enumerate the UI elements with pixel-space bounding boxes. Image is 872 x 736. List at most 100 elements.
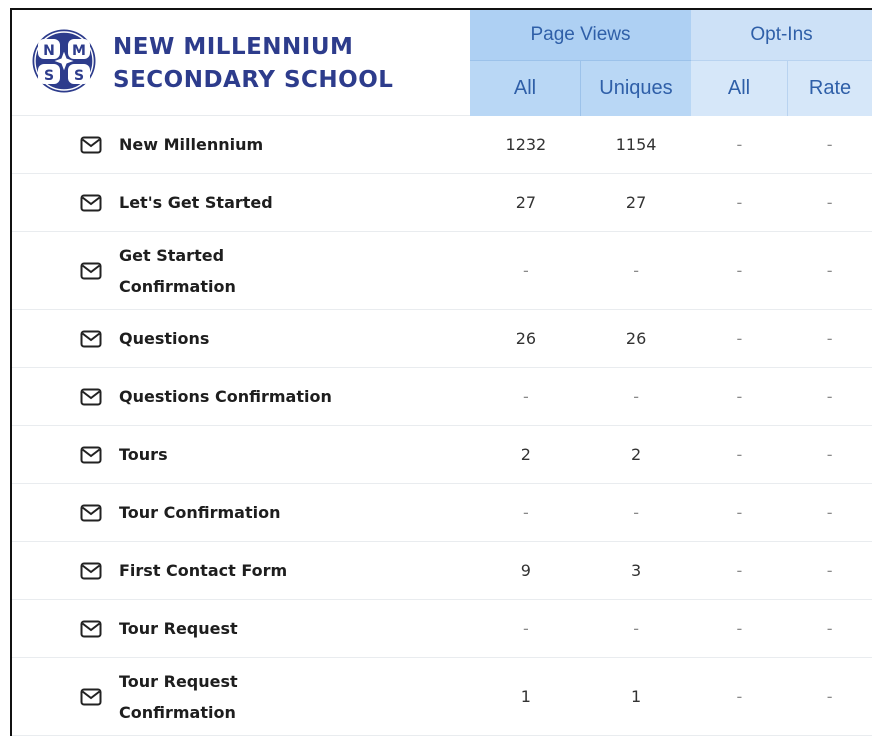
page-views-uniques-cell: - [633, 387, 639, 406]
row-name: Questions Confirmation [119, 387, 332, 406]
row-name: First Contact Form [119, 561, 288, 580]
opt-ins-rate-cell: - [826, 561, 833, 580]
page-views-all-header[interactable]: All [470, 60, 580, 116]
page-views-all-cell: - [522, 387, 529, 406]
school-brand: N M S S NEW MILLENNIUM SECONDARY SCHOOL [12, 10, 470, 116]
opt-ins-header[interactable]: Opt-Ins [691, 10, 872, 60]
table-body: New Millennium 1232 1154 - - Let's Get S… [12, 116, 872, 736]
table-row[interactable]: Tours 2 2 - - [12, 426, 872, 484]
row-name-cell: Let's Get Started [12, 187, 471, 218]
opt-ins-all-header[interactable]: All [691, 60, 787, 116]
column-headers: Page Views Opt-Ins All Uniques All Rate [470, 10, 872, 116]
table-row[interactable]: Questions Confirmation - - - - [12, 368, 872, 426]
table-row[interactable]: New Millennium 1232 1154 - - [12, 116, 872, 174]
opt-ins-rate-cell: - [826, 387, 833, 406]
page-views-all-cell: 27 [515, 193, 537, 212]
opt-ins-rate-header[interactable]: Rate [787, 60, 872, 116]
opt-ins-rate-cell: - [826, 687, 833, 706]
page-views-uniques-cell: 3 [631, 561, 642, 580]
table-row[interactable]: Tour Request - - - - [12, 600, 872, 658]
opt-ins-rate-cell: - [826, 445, 833, 464]
page-views-header[interactable]: Page Views [470, 10, 691, 60]
opt-ins-rate-cell: - [826, 193, 833, 212]
page-views-uniques-cell: 1154 [615, 135, 657, 154]
envelope-icon [80, 446, 102, 463]
opt-ins-rate-cell: - [826, 619, 833, 638]
page-views-uniques-cell: 26 [625, 329, 647, 348]
page-views-all-cell: 2 [520, 445, 531, 464]
column-group-row: Page Views Opt-Ins [470, 10, 872, 60]
table-row[interactable]: Tour Request Confirmation 1 1 - - [12, 658, 872, 736]
page-views-uniques-cell: 27 [625, 193, 647, 212]
page-views-uniques-header[interactable]: Uniques [580, 60, 691, 116]
logo-letter-s2: S [74, 68, 84, 84]
row-name-cell: Tour Request Confirmation [12, 666, 471, 728]
page-views-all-cell: 1232 [505, 135, 547, 154]
opt-ins-all-cell: - [736, 503, 743, 522]
row-name-cell: First Contact Form [12, 555, 471, 586]
opt-ins-rate-cell: - [826, 329, 833, 348]
envelope-icon [80, 194, 102, 211]
row-name-cell: New Millennium [12, 129, 471, 160]
page-views-all-cell: - [522, 503, 529, 522]
page-views-uniques-cell: - [633, 503, 639, 522]
row-name: Tour Request Confirmation [119, 671, 238, 722]
row-name: Let's Get Started [119, 193, 273, 212]
opt-ins-all-cell: - [736, 561, 743, 580]
opt-ins-all-cell: - [736, 619, 743, 638]
page-views-uniques-cell: 1 [631, 687, 642, 706]
opt-ins-all-cell: - [736, 445, 743, 464]
row-name: Tour Confirmation [119, 503, 281, 522]
page-views-all-cell: - [522, 619, 529, 638]
page-views-uniques-cell: - [633, 261, 639, 280]
opt-ins-all-cell: - [736, 329, 743, 348]
table-row[interactable]: Get Started Confirmation - - - - [12, 232, 872, 310]
opt-ins-all-cell: - [736, 193, 743, 212]
row-name: Tours [119, 445, 168, 464]
row-name: Questions [119, 329, 210, 348]
envelope-icon [80, 136, 102, 153]
opt-ins-all-cell: - [736, 387, 743, 406]
row-name: New Millennium [119, 135, 264, 154]
logo-letter-s1: S [44, 68, 54, 84]
table-row[interactable]: Tour Confirmation - - - - [12, 484, 872, 542]
envelope-icon [80, 688, 102, 705]
row-name-cell: Tours [12, 439, 471, 470]
envelope-icon [80, 620, 102, 637]
school-logo-icon: N M S S [32, 29, 96, 93]
opt-ins-all-cell: - [736, 261, 743, 280]
school-name-line2: SECONDARY SCHOOL [113, 67, 394, 93]
row-name: Tour Request [119, 619, 238, 638]
row-name: Get Started Confirmation [119, 245, 236, 296]
page-views-uniques-cell: - [633, 619, 639, 638]
envelope-icon [80, 262, 102, 279]
logo-letter-n: N [43, 43, 55, 59]
table-row[interactable]: Let's Get Started 27 27 - - [12, 174, 872, 232]
opt-ins-rate-cell: - [826, 261, 833, 280]
page-views-uniques-cell: 2 [631, 445, 642, 464]
opt-ins-rate-cell: - [826, 135, 833, 154]
school-name-line1: NEW MILLENNIUM [113, 34, 354, 60]
row-name-cell: Get Started Confirmation [12, 240, 471, 302]
column-subheader-row: All Uniques All Rate [470, 60, 872, 116]
row-name-cell: Tour Confirmation [12, 497, 471, 528]
envelope-icon [80, 562, 102, 579]
page-views-all-cell: 26 [515, 329, 537, 348]
envelope-icon [80, 388, 102, 405]
page-views-all-cell: 9 [520, 561, 531, 580]
envelope-icon [80, 504, 102, 521]
table-row[interactable]: Questions 26 26 - - [12, 310, 872, 368]
page-views-all-cell: - [522, 261, 529, 280]
logo-letter-m: M [72, 43, 86, 59]
page-views-all-cell: 1 [520, 687, 531, 706]
row-name-cell: Questions [12, 323, 471, 354]
row-name-cell: Questions Confirmation [12, 381, 471, 412]
table-row[interactable]: First Contact Form 9 3 - - [12, 542, 872, 600]
opt-ins-all-cell: - [736, 687, 743, 706]
opt-ins-rate-cell: - [826, 503, 833, 522]
envelope-icon [80, 330, 102, 347]
funnel-stats-table: N M S S NEW MILLENNIUM SECONDARY SCHOOL … [10, 8, 872, 736]
opt-ins-all-cell: - [736, 135, 743, 154]
table-header: N M S S NEW MILLENNIUM SECONDARY SCHOOL … [12, 10, 872, 116]
row-name-cell: Tour Request [12, 613, 471, 644]
